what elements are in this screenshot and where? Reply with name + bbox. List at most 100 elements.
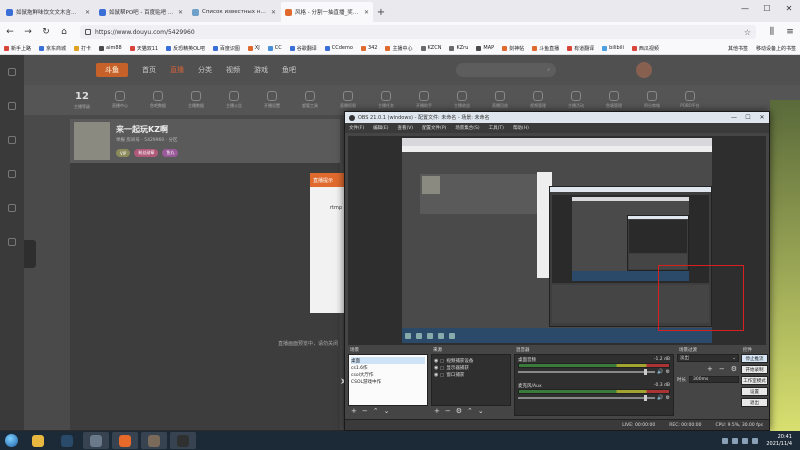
obs-control-button[interactable]: 开始录制 [741,365,768,374]
bookmark-item[interactable]: 有道翻译 [567,45,594,52]
anchor-tool-item[interactable]: 积分商城 [640,91,664,109]
lock-icon[interactable] [440,358,445,363]
back-arrow-icon[interactable]: ← [4,26,16,38]
bookmark-item[interactable]: XJ [247,45,260,51]
close-tab-icon[interactable]: ✕ [85,9,90,16]
bookmark-item[interactable]: CC [267,45,282,51]
bookmark-item[interactable]: MAP [476,45,494,51]
anchor-tool-item[interactable]: 超管工具 [298,91,322,109]
bookmark-item[interactable]: CCdemo [324,45,353,51]
bookmark-item[interactable]: 西瓜视频 [631,45,659,52]
remove-scene-icon[interactable]: − [362,407,368,415]
browser-tab[interactable]: Список известных нам карт✕ [188,2,280,22]
source-item[interactable]: ◉ 窗口捕获 [434,371,508,378]
sidebar-item-history[interactable] [0,123,24,157]
user-avatar[interactable] [636,62,652,78]
bookmark-item[interactable]: bilibili [602,45,624,51]
transition-gear-icon[interactable]: ⚙ [731,365,737,373]
obs-menu-item[interactable]: 工具(T) [489,125,504,131]
video-player[interactable] [70,163,340,430]
eye-icon[interactable]: ◉ [434,358,438,364]
anchor-tool-item[interactable]: 主播活动 [564,91,588,109]
sidebar-item-category[interactable] [0,157,24,191]
slider-knob[interactable] [644,368,648,375]
browser-tab[interactable]: 如鼠拖鲜味饮文文木含有部区 ✕ [2,2,94,22]
bookmark-item[interactable]: 打卡 [74,45,91,52]
gear-icon[interactable]: ⚙ [666,369,670,375]
anchor-tool-item[interactable]: 开播设置 [260,91,284,109]
lock-icon[interactable] [440,372,445,377]
home-icon[interactable]: ⌂ [58,26,70,38]
obs-menu-item[interactable]: 查看(V) [397,125,413,131]
slider-knob[interactable] [644,394,648,401]
anchor-tool-item[interactable]: 直播中心 [108,91,132,109]
maximize-icon[interactable]: ☐ [756,0,778,16]
add-source-icon[interactable]: + [434,407,440,415]
nav-video[interactable]: 视频 [226,65,240,75]
library-icon[interactable]: ⫼ [766,26,778,38]
anchor-tool-item[interactable]: POBO平台 [678,91,702,109]
tray-icon[interactable] [722,437,729,444]
nav-home[interactable]: 首页 [142,65,156,75]
clock[interactable]: 20:41 2021/11/4 [762,434,796,448]
bookmark-item[interactable]: 天猫双11 [129,45,158,52]
bookmark-folder[interactable]: 其他书签 [728,45,748,52]
anchor-tool-item[interactable]: 12 主播等级 [70,91,94,110]
browser-tab-active[interactable]: 风格 - 分割一抽直播_奖励精彩✕ [281,2,373,22]
obs-close-icon[interactable]: ✕ [755,114,769,121]
obs-control-button[interactable]: 停止推流 [741,354,768,363]
start-button[interactable] [0,431,22,450]
close-tab-icon[interactable]: ✕ [271,9,276,16]
obs-control-button[interactable]: 工作室模式 [741,376,768,385]
anchor-tool-item[interactable]: 主播公告 [222,91,246,109]
transition-select[interactable]: 淡出 ⌄ [677,354,739,362]
bookmark-item[interactable]: 新手上路 [4,45,31,52]
taskbar-app-counter-strike-2[interactable] [141,432,167,449]
anchor-tool-item[interactable]: 直播权限 [336,91,360,109]
bookmark-item[interactable]: 百度识图 [212,45,240,52]
bookmark-item[interactable]: 剑神帖 [502,45,524,52]
reload-icon[interactable]: ↻ [40,26,52,38]
duration-input[interactable]: 300ms [689,376,739,383]
anchor-avatar[interactable] [74,122,110,160]
nav-game[interactable]: 游戏 [254,65,268,75]
scene-item[interactable]: CSOL游戏中作 [351,378,425,385]
taskbar-app-steam[interactable] [54,432,80,449]
add-scene-icon[interactable]: + [351,407,357,415]
taskbar-app-obs[interactable] [170,432,196,449]
bookmark-item[interactable]: 反恐精英OL吧 [166,45,205,52]
remove-transition-icon[interactable]: − [719,365,725,373]
anchor-tool-item[interactable]: 主播收益 [450,91,474,109]
bookmark-item[interactable]: 斗鱼直播 [532,45,559,52]
anchor-tool-item[interactable]: 主播数据 [184,91,208,109]
bookmark-item[interactable]: 谷歌翻译 [289,45,317,52]
bookmark-item[interactable]: 342 [360,45,377,51]
bookmark-item[interactable]: aim88 [99,45,122,51]
anchor-tool-item[interactable]: 直播回放 [488,91,512,109]
nav-yuba[interactable]: 鱼吧 [282,65,296,75]
remove-source-icon[interactable]: − [445,407,451,415]
speaker-icon[interactable]: 🔊 [657,369,663,375]
obs-minimize-icon[interactable]: — [727,114,741,121]
sidebar-item-video[interactable] [0,191,24,225]
search-icon[interactable]: ⌕ [547,67,550,73]
obs-menu-item[interactable]: 文件(F) [349,125,364,131]
fish-ball-badge[interactable]: 鱼丸 [162,149,179,157]
search-input[interactable]: ⌕ [456,63,556,77]
add-transition-icon[interactable]: + [707,365,713,373]
anchor-tool-item[interactable]: 视频管理 [526,91,550,109]
browser-tab[interactable]: 如鼠帮PO吧 - 百度贴吧 - 全扣✕ [95,2,187,22]
lock-icon[interactable] [440,365,445,370]
gear-icon[interactable]: ⚙ [666,395,670,401]
eye-icon[interactable]: ◉ [434,365,438,371]
move-up-icon[interactable]: ⌃ [467,407,473,415]
preview-selection-box[interactable] [658,265,744,331]
taskbar-app-firefox[interactable] [112,432,138,449]
sidebar-item-game[interactable] [0,225,24,259]
scene-item[interactable]: csol大厅作 [351,371,425,378]
forward-arrow-icon[interactable]: → [22,26,34,38]
source-item[interactable]: ◉ 视频捕获设备 [434,357,508,364]
bookmark-item[interactable]: 京东商城 [39,45,66,52]
bookmark-star-icon[interactable]: ☆ [744,28,751,37]
nav-category[interactable]: 分类 [198,65,212,75]
